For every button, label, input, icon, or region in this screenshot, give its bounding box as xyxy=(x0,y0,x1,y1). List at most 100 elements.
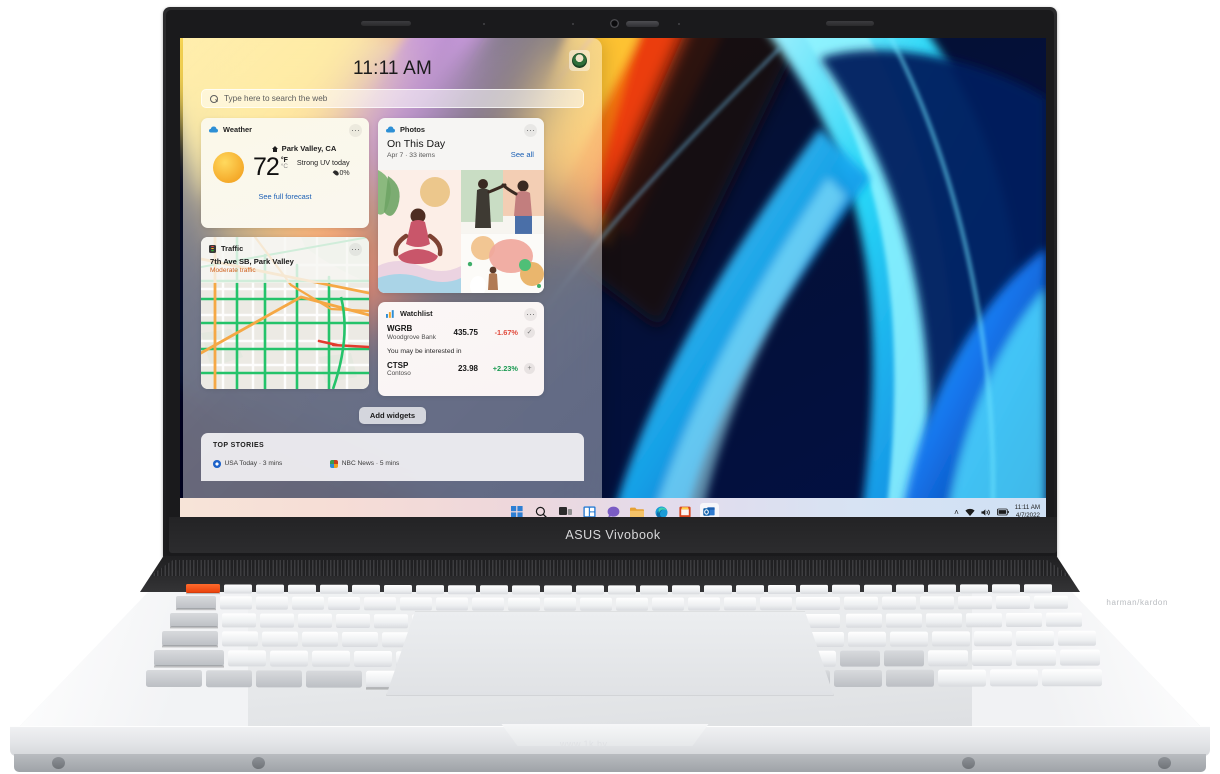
watchlist-row[interactable]: CTSP Contoso 23.98 +2.23% + xyxy=(378,361,544,378)
privacy-shutter xyxy=(626,21,659,27)
hinge-vents xyxy=(150,560,1070,576)
mic-slot-right xyxy=(826,21,874,26)
photos-heading: On This Day xyxy=(387,138,446,150)
add-widgets-button[interactable]: Add widgets xyxy=(358,407,427,424)
watchlist-more-button[interactable] xyxy=(524,308,537,321)
audio-brand-label: harman/kardon xyxy=(1106,598,1168,607)
tray-time: 11:11 AM xyxy=(1014,504,1040,512)
sensor-dot-2 xyxy=(572,23,574,25)
weather-precip-value: 0% xyxy=(339,169,350,177)
lid-chin: ASUS Vivobook xyxy=(169,517,1057,553)
avatar[interactable] xyxy=(569,50,590,71)
news-item[interactable]: USA Today · 3 mins xyxy=(213,460,282,468)
widgets-column-left: Weather Park Valley, CA 72 °F °C Strong … xyxy=(201,118,369,396)
traffic-widget[interactable]: Traffic 7th Ave SB, Park Valley Moderate… xyxy=(201,237,369,389)
watchlist-symbol: WGRB xyxy=(387,324,413,333)
photo-pair-art xyxy=(461,170,544,234)
weather-precipitation: 0% xyxy=(297,170,350,177)
watchlist-price: 435.75 xyxy=(453,327,478,337)
laptop-lid: 11:11 AM Type here to search the web Wea… xyxy=(163,7,1057,559)
nbc-news-icon xyxy=(330,460,338,468)
watchlist-action-button[interactable]: + xyxy=(524,363,535,375)
mic-slot-left xyxy=(361,21,411,26)
watchlist-chart-icon xyxy=(386,309,394,318)
watchlist-names: WGRB Woodgrove Bank xyxy=(387,324,448,341)
top-stories-section: TOP STORIES USA Today · 3 mins NBC News … xyxy=(201,433,584,481)
sensor-dot-3 xyxy=(678,23,680,25)
photos-widget[interactable]: Photos On This Day Apr 7 · 33 items See … xyxy=(378,118,544,293)
photo-yoga-art xyxy=(378,170,461,293)
watchlist-change: -1.67% xyxy=(494,327,518,337)
weather-meta: Strong UV today 0% xyxy=(297,158,350,177)
photos-see-all-link[interactable]: See all xyxy=(511,150,534,159)
traffic-header: Traffic xyxy=(201,237,369,253)
rubber-foot xyxy=(52,757,65,769)
weather-details: Park Valley, CA 72 °F °C Strong UV today… xyxy=(253,144,359,180)
rubber-foot xyxy=(962,757,975,769)
watchlist-change: +2.23% xyxy=(492,364,518,374)
base-bottom-edge xyxy=(14,754,1206,772)
weather-more-button[interactable] xyxy=(349,124,362,137)
watchlist-company: Woodgrove Bank xyxy=(387,333,436,341)
news-item[interactable]: NBC News · 5 mins xyxy=(330,460,399,468)
rubber-foot xyxy=(1158,757,1171,769)
watchlist-action-button[interactable]: ✓ xyxy=(524,326,535,338)
screenshot-root: 11:11 AM Type here to search the web Wea… xyxy=(0,0,1220,774)
top-stories-row: USA Today · 3 mins NBC News · 5 mins xyxy=(213,460,572,468)
traffic-more-button[interactable] xyxy=(349,243,362,256)
avatar-image xyxy=(572,53,587,68)
search-icon xyxy=(210,94,218,103)
photos-title: Photos xyxy=(400,125,426,134)
traffic-status: Moderate traffic xyxy=(210,267,256,274)
laptop-screen: 11:11 AM Type here to search the web Wea… xyxy=(180,38,1046,526)
widgets-content: 11:11 AM Type here to search the web Wea… xyxy=(183,38,602,518)
sun-icon xyxy=(213,152,244,183)
weather-unit-c: °C xyxy=(280,162,288,170)
weather-body: Park Valley, CA 72 °F °C Strong UV today… xyxy=(201,134,369,183)
brand-label: ASUS Vivobook xyxy=(565,528,661,542)
webcam-icon xyxy=(610,19,619,28)
traffic-info: 7th Ave SB, Park Valley Moderate traffic xyxy=(201,253,369,274)
home-icon xyxy=(271,145,279,152)
photos-collage xyxy=(378,170,544,293)
photo-thumb-yoga[interactable] xyxy=(378,170,461,293)
traffic-route: 7th Ave SB, Park Valley xyxy=(210,257,294,266)
rubber-foot xyxy=(252,757,265,769)
photo-abstract-art xyxy=(461,233,544,293)
trackpad[interactable] xyxy=(386,611,834,696)
battery-icon[interactable] xyxy=(996,508,1009,516)
weather-location-text: Park Valley, CA xyxy=(281,143,337,153)
watchlist-widget[interactable]: Watchlist WGRB Woodgrove Bank 435.75 -1.… xyxy=(378,302,544,396)
watchlist-row[interactable]: WGRB Woodgrove Bank 435.75 -1.67% ✓ xyxy=(378,324,544,341)
photos-header: Photos xyxy=(378,118,544,134)
weather-forecast-link[interactable]: See full forecast xyxy=(201,192,369,201)
chevron-up-icon[interactable]: ˄ xyxy=(954,508,959,517)
news-source: USA Today · 3 mins xyxy=(224,460,283,468)
watchlist-price: 23.98 xyxy=(457,364,478,374)
photos-cloud-icon xyxy=(386,126,395,133)
camera-bar xyxy=(166,10,1054,38)
photo-thumb-pair[interactable] xyxy=(461,170,544,234)
lid-inner-frame: 11:11 AM Type here to search the web Wea… xyxy=(166,10,1057,556)
watchlist-symbol: CTSP xyxy=(387,360,409,370)
weather-widget[interactable]: Weather Park Valley, CA 72 °F °C Strong … xyxy=(201,118,369,228)
widgets-grid: Weather Park Valley, CA 72 °F °C Strong … xyxy=(201,118,584,396)
news-source: NBC News · 5 mins xyxy=(341,460,400,468)
search-input[interactable]: Type here to search the web xyxy=(201,89,584,108)
laptop-base: harman/kardon www.1k.by xyxy=(0,556,1220,774)
photo-thumb-abstract[interactable] xyxy=(461,233,544,293)
sensor-dot-1 xyxy=(483,23,485,25)
weather-title: Weather xyxy=(223,125,253,134)
widgets-clock: 11:11 AM xyxy=(352,58,433,79)
image-watermark: www.1k.by xyxy=(560,739,608,749)
usa-today-icon xyxy=(213,460,221,468)
watchlist-names: CTSP Contoso xyxy=(387,361,452,378)
wifi-icon[interactable] xyxy=(965,508,975,517)
photos-more-button[interactable] xyxy=(524,124,537,137)
volume-icon[interactable] xyxy=(981,508,991,517)
watchlist-title: Watchlist xyxy=(400,309,433,318)
raindrop-icon xyxy=(332,169,339,177)
widgets-panel[interactable]: 11:11 AM Type here to search the web Wea… xyxy=(183,38,602,518)
widgets-column-right: Photos On This Day Apr 7 · 33 items See … xyxy=(378,118,544,396)
traffic-title: Traffic xyxy=(221,244,244,253)
